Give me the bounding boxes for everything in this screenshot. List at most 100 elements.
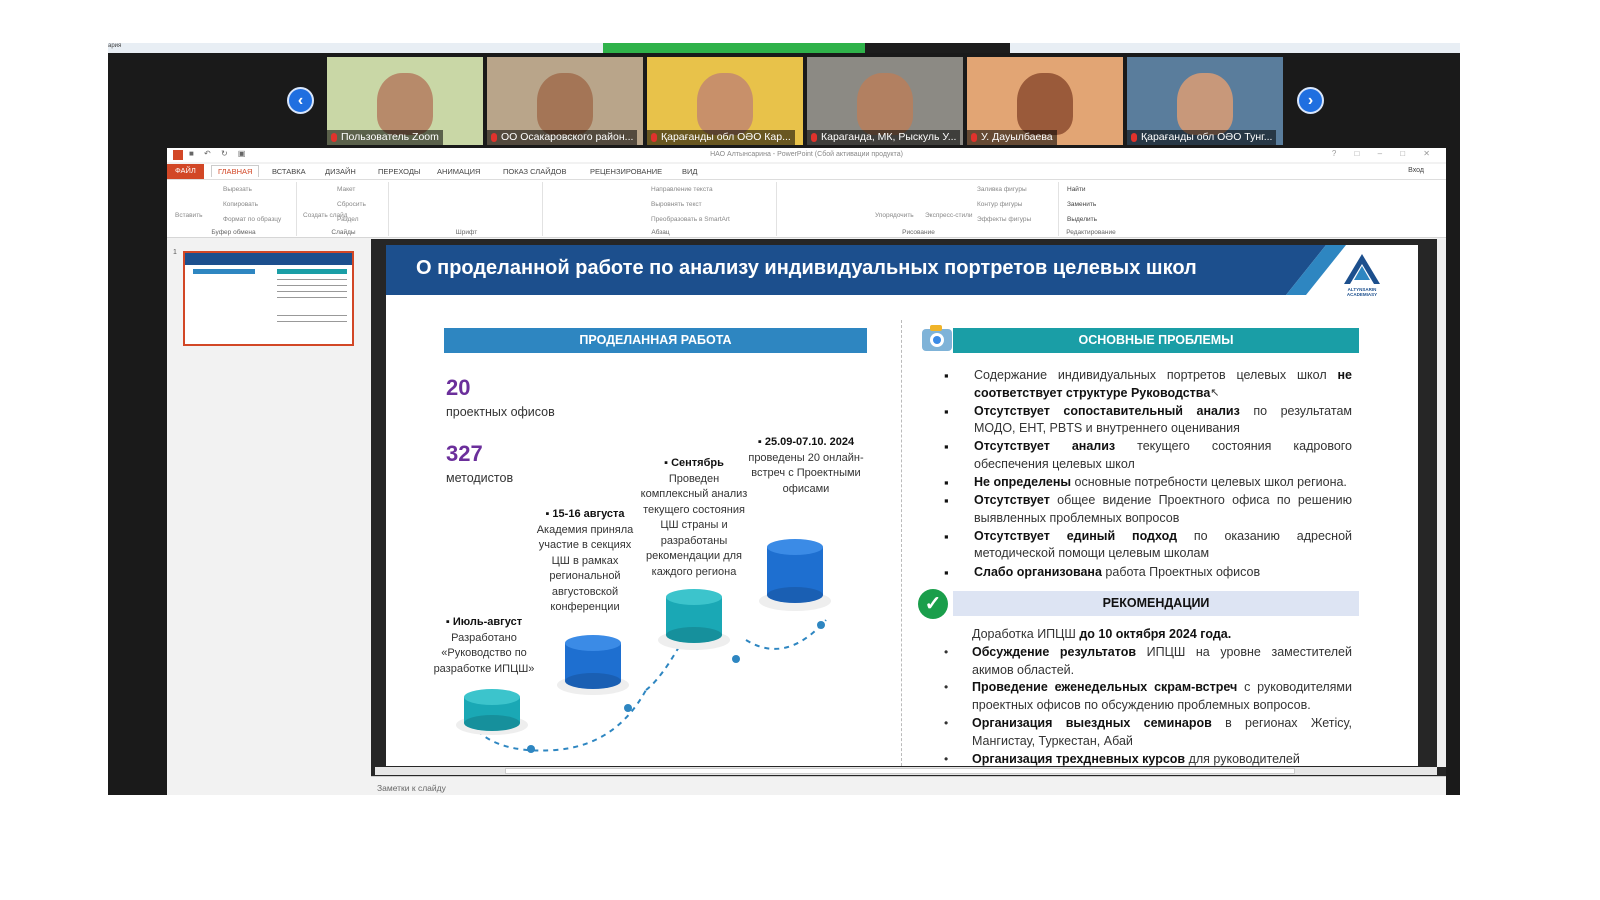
problem-item-2: Отсутствует сопоставительный анализ по р… (938, 403, 1352, 438)
share-controls-bar[interactable] (865, 43, 1010, 53)
camera-icon (922, 325, 952, 351)
tab-insert[interactable]: ВСТАВКА (272, 167, 306, 176)
thumbnail-line (277, 297, 347, 298)
participant-name: ОО Осакаровского район... (487, 130, 638, 145)
smartart-button[interactable]: Преобразовать в SmartArt (651, 216, 730, 223)
text-direction-button[interactable]: Направление текста (651, 186, 713, 193)
shape-outline-button[interactable]: Контур фигуры (977, 201, 1022, 208)
thumbnail-box-left (193, 269, 255, 274)
tab-design[interactable]: ДИЗАЙН (325, 167, 356, 176)
slides-label: Слайды (331, 229, 356, 236)
arrange-button[interactable]: Упорядочить (875, 212, 914, 219)
shape-fill-button[interactable]: Заливка фигуры (977, 186, 1027, 193)
drawing-group: Упорядочить Экспресс-стили Заливка фигур… (779, 182, 1059, 236)
shape-effects-button[interactable]: Эффекты фигуры (977, 216, 1031, 223)
timeline-text-2: Академия приняла участие в секциях ЦШ в … (536, 523, 634, 614)
drawing-label: Рисование (902, 229, 935, 236)
cut-button[interactable]: Вырезать (223, 186, 252, 193)
layout-button[interactable]: Макет (337, 186, 355, 193)
participant-name: Қарағанды обл ОӘО Тунг... (1127, 130, 1277, 145)
replace-button[interactable]: Заменить (1067, 201, 1096, 208)
share-status-bar[interactable] (603, 43, 865, 53)
scroll-thumb[interactable] (505, 768, 1295, 774)
participant-video[interactable]: Пользователь Zoom (327, 57, 483, 145)
paragraph-group: Направление текста Выровнять текст Преоб… (545, 182, 777, 236)
ribbon-tabs: ФАЙЛ ГЛАВНАЯ ВСТАВКА ДИЗАЙН ПЕРЕХОДЫ АНИ… (167, 164, 1446, 180)
timeline-item-4: ▪ 25.09-07.10. 2024 проведены 20 онлайн-… (748, 436, 864, 495)
vertical-scrollbar[interactable] (1437, 239, 1446, 767)
muted-mic-icon (1131, 133, 1137, 142)
tab-transitions[interactable]: ПЕРЕХОДЫ (378, 167, 421, 176)
slide-thumbnails-pane: 1 (167, 239, 371, 795)
recommendation-item-3: Проведение еженедельных скрам-встреч с р… (934, 679, 1352, 715)
muted-mic-icon (331, 133, 337, 142)
select-button[interactable]: Выделить (1067, 216, 1097, 223)
timeline-date-1: Июль-август (452, 616, 523, 628)
next-page-button[interactable]: › (1297, 87, 1324, 114)
participant-video[interactable]: ОО Осакаровского район... (487, 57, 643, 145)
timeline-text-4: проведены 20 онлайн-встреч с Проектными … (748, 451, 864, 495)
participant-video[interactable]: Қарағанды обл ОӘО Тунг... (1127, 57, 1283, 145)
timeline-item-2: ▪ 15-16 августа Академия приняла участие… (536, 508, 634, 614)
align-text-button[interactable]: Выровнять текст (651, 201, 702, 208)
muted-mic-icon (811, 133, 817, 142)
format-painter-button[interactable]: Формат по образцу (223, 216, 281, 223)
problem-item-6: Отсутствует единый подход по оказанию ад… (938, 528, 1352, 563)
stat-methodists-value: 327 (446, 441, 483, 466)
thumbnail-box-right (277, 269, 347, 274)
quick-styles-button[interactable]: Экспресс-стили (925, 212, 973, 219)
recommendation-item-4: Организация выездных семинаров в региона… (934, 715, 1352, 751)
slide-canvas[interactable]: О проделанной работе по анализу индивиду… (386, 245, 1418, 766)
slide-thumbnail[interactable] (183, 251, 354, 346)
find-button[interactable]: Найти (1067, 186, 1086, 193)
check-circle-icon: ✓ (918, 589, 948, 619)
chevron-left-icon: ‹ (297, 91, 304, 109)
participant-video[interactable]: Караганда, МК, Рыскуль У... (807, 57, 963, 145)
tab-file[interactable]: ФАЙЛ (167, 164, 204, 179)
ribbon: Вставить Вырезать Копировать Формат по о… (167, 180, 1446, 238)
clipboard-group: Вставить Вырезать Копировать Формат по о… (171, 182, 297, 236)
section-button[interactable]: Раздел (337, 216, 358, 223)
slide-number: 1 (173, 249, 177, 256)
recommendation-item-5: Организация трехдневных курсов для руков… (934, 751, 1352, 766)
tab-slideshow[interactable]: ПОКАЗ СЛАЙДОВ (503, 167, 567, 176)
thumbnail-line (277, 321, 347, 322)
top-strip: ария (108, 43, 1460, 53)
tab-home[interactable]: ГЛАВНАЯ (211, 165, 260, 177)
academy-logo-icon (1344, 254, 1380, 284)
ppt-titlebar: ■ ↶ ↻ ▣ НАО Алтынсарина - PowerPoint (Сб… (167, 148, 1446, 162)
recommendation-item-1: Доработка ИПЦШ до 10 октября 2024 года. (972, 627, 1232, 641)
copy-button[interactable]: Копировать (223, 201, 258, 208)
recommendations-header: РЕКОМЕНДАЦИИ (953, 591, 1359, 616)
notes-pane[interactable]: Заметки к слайду (371, 776, 1446, 795)
muted-mic-icon (651, 133, 657, 142)
timeline-date-2: 15-16 августа (552, 508, 625, 520)
tab-animation[interactable]: АНИМАЦИЯ (437, 167, 480, 176)
horizontal-scrollbar[interactable] (375, 767, 1437, 775)
tab-view[interactable]: ВИД (682, 167, 697, 176)
paste-button[interactable]: Вставить (175, 212, 203, 219)
tab-review[interactable]: РЕЦЕНЗИРОВАНИЕ (590, 167, 662, 176)
problems-header: ОСНОВНЫЕ ПРОБЛЕМЫ (953, 328, 1359, 353)
participant-figure (377, 73, 433, 135)
stat-offices-label: проектных офисов (446, 405, 555, 419)
participant-video[interactable]: Қарағанды обл ОӘО Кар... (647, 57, 803, 145)
timeline-date-4: 25.09-07.10. 2024 (764, 436, 855, 448)
participant-video[interactable]: У. Дауылбаева (967, 57, 1123, 145)
reset-button[interactable]: Сбросить (337, 201, 366, 208)
participant-figure (1017, 73, 1073, 135)
prev-page-button[interactable]: ‹ (287, 87, 314, 114)
slides-group: Создать слайд Макет Сбросить Раздел Слай… (299, 182, 389, 236)
muted-mic-icon (971, 133, 977, 142)
recommendation-item-2: Обсуждение результатов ИПЦШ на уровне за… (934, 644, 1352, 680)
corner-label: ария (108, 43, 122, 49)
column-divider (901, 320, 902, 766)
participant-name: Қарағанды обл ОӘО Кар... (647, 130, 795, 145)
title-wrap: О проделанной работе по анализу индивиду… (386, 245, 1418, 295)
sign-in-link[interactable]: Вход (1408, 167, 1424, 174)
timeline-text-3: Проведен комплексный анализ текущего сос… (640, 472, 748, 578)
mouse-cursor-icon: ↖ (1210, 386, 1220, 399)
thumbnail-line (277, 315, 347, 316)
window-controls[interactable]: ? □ – □ ✕ (1332, 149, 1438, 158)
participant-name: У. Дауылбаева (967, 130, 1057, 145)
